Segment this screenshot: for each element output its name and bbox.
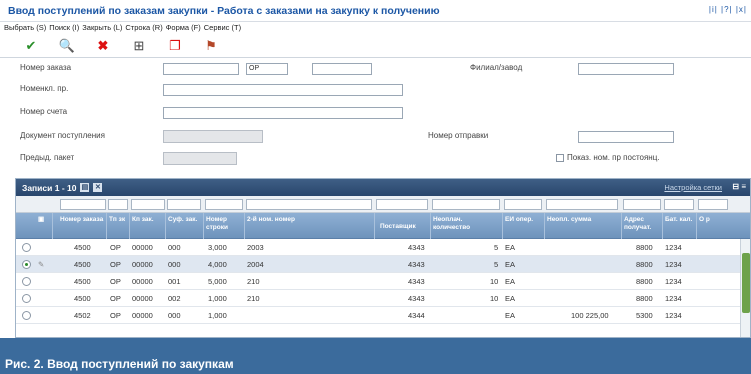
filter-company[interactable] [131,199,165,210]
export-icon[interactable]: ▤ [80,183,90,192]
filter-extra[interactable] [698,199,728,210]
attach-icon[interactable]: ▣ [38,216,44,224]
shipment-number-input[interactable] [578,131,674,143]
search-form: Номер заказа OP Филиал/завод Номенкл. пр… [0,57,751,175]
col-extra[interactable]: О р [699,216,711,224]
filter-amount[interactable] [546,199,618,210]
filter-order-number[interactable] [60,199,106,210]
show-nonstock-checkbox[interactable] [556,154,564,162]
menu-close[interactable]: Закрыть (L) [82,23,122,35]
col-suffix[interactable]: Суф. зак. [168,216,198,224]
figure-caption: Рис. 2. Ввод поступлений по закупкам [0,338,751,374]
receipt-document-label: Документ поступления [20,131,105,140]
col-ship-to[interactable]: Адрес получат. [624,216,660,232]
menu-find[interactable]: Поиск (I) [49,23,79,35]
grid-scrollbar[interactable] [740,239,750,337]
search-icon[interactable]: 🔍 [50,37,84,55]
row-select-radio[interactable] [22,243,31,252]
filter-row [16,196,750,213]
results-grid: Записи 1 - 10 ▤ ✕ Настройка сетки ⊟ ≡ ▣ … [15,178,751,338]
prev-batch-label: Предыд. пакет [20,153,75,162]
figure-caption-text: Рис. 2. Ввод поступлений по закупкам [5,357,234,371]
receipt-document-input[interactable] [163,130,263,143]
col-uom[interactable]: ЕИ опер. [505,216,541,224]
filter-order-type[interactable] [108,199,128,210]
window-titlebar: Ввод поступлений по заказам закупки - Ра… [0,0,751,22]
customize-grid-link[interactable]: Настройка сетки [664,183,722,192]
account-number-label: Номер счета [20,107,68,116]
grid-scrollbar-thumb[interactable] [742,253,750,313]
table-row[interactable]: 4500 OP 00000 000 3,000 2003 4343 5 EA 8… [16,239,750,256]
col-supplier[interactable]: Поставщик [380,223,416,231]
branch-input[interactable] [578,63,674,75]
col-order-number[interactable]: Номер заказа [60,216,104,224]
filter-batch[interactable] [664,199,694,210]
col-line-number[interactable]: Номер строки [206,216,240,232]
filter-address[interactable] [623,199,661,210]
table-row[interactable]: 4500 OP 00000 001 5,000 210 4343 10 EA 8… [16,273,750,290]
row-select-radio[interactable] [22,260,31,269]
col-open-qty[interactable]: Неоплач. количество [433,216,499,232]
col-open-amount[interactable]: Неопл. сумма [547,216,613,224]
col-second-item[interactable]: 2-й ном. номер [247,216,307,224]
menu-tools[interactable]: Сервис (T) [204,23,241,35]
menu-bar: Выбрать (S) Поиск (I) Закрыть (L) Строка… [0,23,244,35]
order-company-input[interactable] [312,63,372,75]
grid-close-icon[interactable]: ✕ [93,183,103,192]
prev-batch-input[interactable] [163,152,237,165]
filter-qty[interactable] [432,199,500,210]
show-nonstock-label: Показ. ном. пр постоянц. [567,153,660,162]
filter-suffix[interactable] [167,199,201,210]
item-number-label: Номенкл. пр. [20,84,69,93]
col-batch[interactable]: Бат. кал. [665,216,693,224]
row-select-radio[interactable] [22,277,31,286]
account-number-input[interactable] [163,107,403,119]
filter-line[interactable] [205,199,243,210]
grid-body: 4500 OP 00000 000 3,000 2003 4343 5 EA 8… [16,239,750,324]
grid-records-label: Записи 1 - 10 [22,182,77,193]
order-number-input[interactable] [163,63,239,75]
document-icon[interactable]: ❐ [158,37,192,55]
item-number-input[interactable] [163,84,403,96]
window-title: Ввод поступлений по заказам закупки - Ра… [8,4,440,17]
grid-header: Записи 1 - 10 ▤ ✕ Настройка сетки ⊟ ≡ [16,179,750,196]
branch-label: Филиал/завод [470,63,523,72]
filter-uom[interactable] [504,199,542,210]
menu-form[interactable]: Форма (F) [166,23,201,35]
window-controls[interactable]: |i| |?| |x| [709,5,747,14]
row-select-radio[interactable] [22,311,31,320]
user-icon[interactable]: ⚑ [194,37,228,55]
delete-icon[interactable]: ✖ [86,37,120,55]
order-number-label: Номер заказа [20,63,72,72]
menu-select[interactable]: Выбрать (S) [4,23,46,35]
column-headers: ▣ Номер заказа Тп зк Кп зак. Суф. зак. Н… [16,213,750,239]
grid-window-icons[interactable]: ⊟ ≡ [732,182,746,191]
row-select-radio[interactable] [22,294,31,303]
filter-supplier[interactable] [376,199,428,210]
col-order-type[interactable]: Тп зк [109,216,127,224]
table-row[interactable]: 4502 OP 00000 000 1,000 4344 EA 100 225,… [16,307,750,324]
toolbar: ✔ 🔍 ✖ ⊞ ❐ ⚑ [0,35,751,56]
table-row[interactable]: ✎ 4500 OP 00000 000 4,000 2004 4343 5 EA… [16,256,750,273]
shipment-number-label: Номер отправки [428,131,489,140]
order-type-input[interactable]: OP [246,63,288,75]
check-icon[interactable]: ✔ [14,37,48,55]
menu-row[interactable]: Строка (R) [125,23,162,35]
col-company[interactable]: Кп зак. [132,216,162,224]
table-row[interactable]: 4500 OP 00000 002 1,000 210 4343 10 EA 8… [16,290,750,307]
grid-icon[interactable]: ⊞ [122,37,156,55]
filter-item2[interactable] [246,199,372,210]
pencil-icon[interactable]: ✎ [38,260,44,269]
